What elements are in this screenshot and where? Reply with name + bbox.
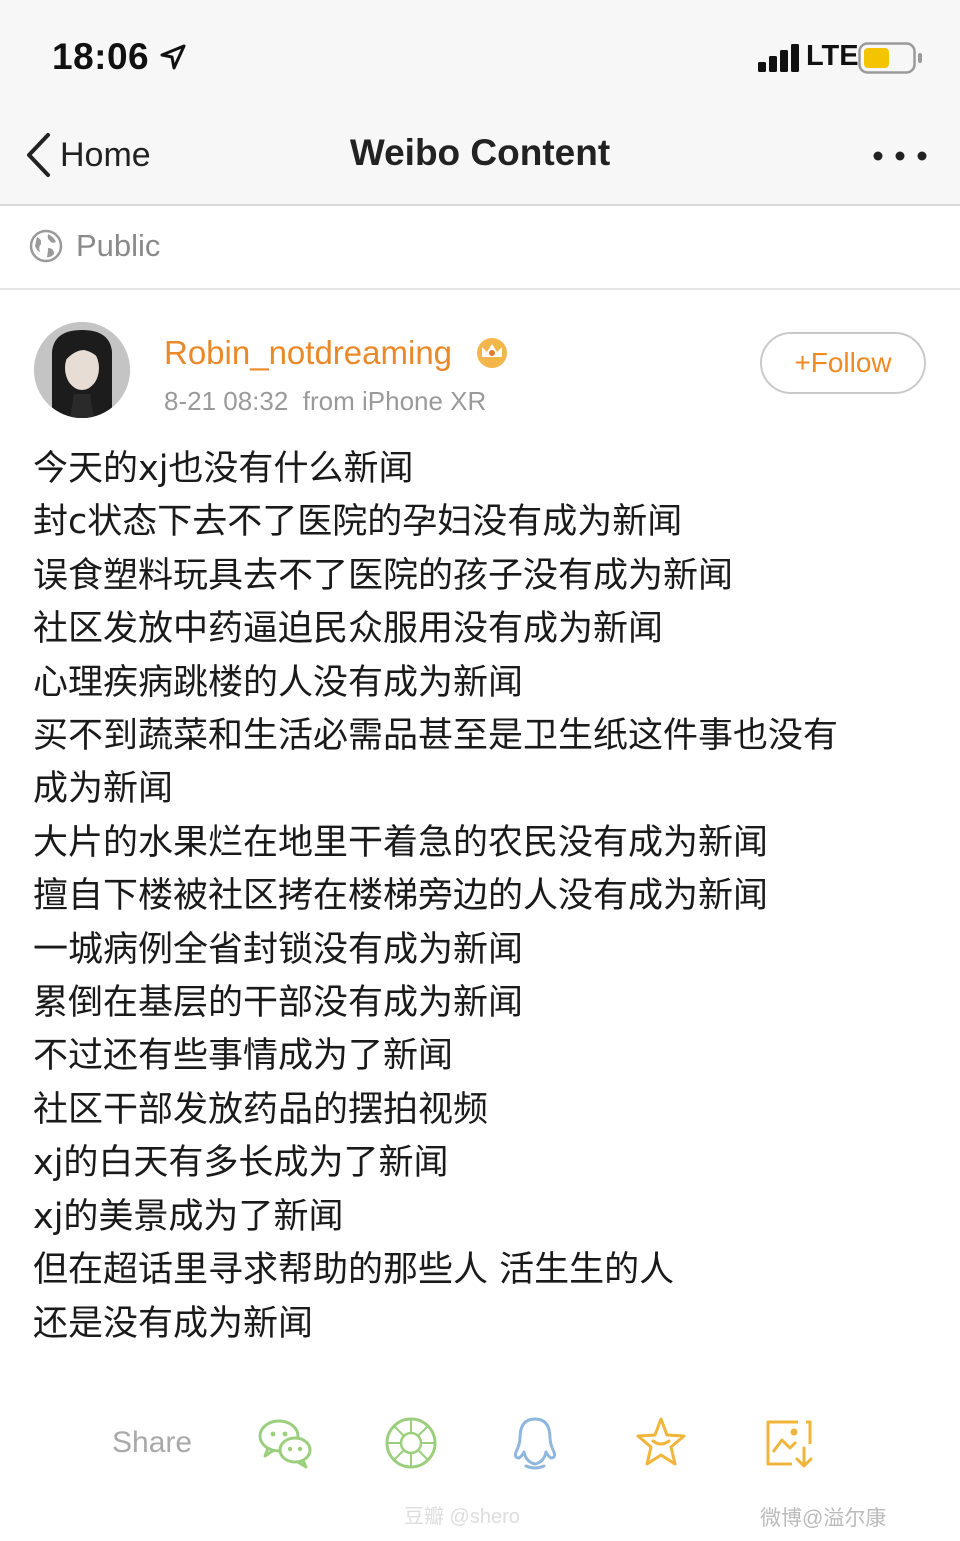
post-line: 误食塑料玩具去不了医院的孩子没有成为新闻 xyxy=(33,555,734,596)
post-meta: 8-21 08:32 from iPhone XR xyxy=(164,386,486,417)
post-line: 但在超话里寻求帮助的那些人 活生生的人 xyxy=(33,1250,675,1291)
crown-badge-icon xyxy=(477,338,507,368)
moments-icon[interactable] xyxy=(382,1414,440,1472)
post-line: 社区干部发放药品的摆拍视频 xyxy=(33,1089,489,1130)
watermark-douban: 豆瓣 @shero xyxy=(404,1506,520,1528)
post-line: 一城病例全省封锁没有成为新闻 xyxy=(33,929,524,970)
post-line: 还是没有成为新闻 xyxy=(33,1303,314,1344)
globe-icon xyxy=(29,229,63,263)
avatar-image xyxy=(34,322,130,418)
wechat-icon[interactable] xyxy=(256,1414,314,1472)
status-time: 18:06 xyxy=(52,36,150,77)
watermark-weibo: 微博@溢尔康 xyxy=(760,1507,887,1530)
post-line: 大片的水果烂在地里干着急的农民没有成为新闻 xyxy=(33,822,769,863)
post-line: 擅自下楼被社区拷在楼梯旁边的人没有成为新闻 xyxy=(33,876,769,917)
location-arrow-icon xyxy=(160,44,186,70)
username[interactable]: Robin_notdreaming xyxy=(164,334,452,372)
avatar[interactable] xyxy=(34,322,130,418)
signal-bars-icon xyxy=(758,44,799,72)
visibility-row: Public xyxy=(0,206,960,290)
page-title: Weibo Content xyxy=(349,132,611,173)
status-bar: 18:06 LTE xyxy=(0,0,960,110)
share-label: Share xyxy=(112,1426,193,1459)
nav-bar: Home Weibo Content xyxy=(0,110,960,206)
post-timestamp: 8-21 08:32 xyxy=(164,386,289,416)
post-body: 今天的xj也没有什么新闻 封c状态下去不了医院的孕妇没有成为新闻 误食塑料玩具去… xyxy=(33,443,933,1351)
visibility-label: Public xyxy=(76,228,161,263)
qq-icon[interactable] xyxy=(506,1414,564,1472)
post-line: 心理疾病跳楼的人没有成为新闻 xyxy=(33,662,524,703)
follow-button[interactable]: +Follow xyxy=(760,332,926,394)
post-line: 累倒在基层的干部没有成为新闻 xyxy=(33,983,524,1024)
battery-icon xyxy=(858,42,922,74)
post-line: 今天的xj也没有什么新闻 xyxy=(33,449,414,489)
more-dots-icon[interactable] xyxy=(868,146,932,166)
favorite-star-icon[interactable] xyxy=(632,1414,690,1472)
save-image-icon[interactable] xyxy=(760,1414,818,1472)
post-line: xj的白天有多长成为了新闻 xyxy=(33,1143,449,1184)
post-line: 不过还有些事情成为了新闻 xyxy=(33,1036,454,1077)
post-line: xj的美景成为了新闻 xyxy=(33,1196,344,1237)
post-line: 封c状态下去不了医院的孕妇没有成为新闻 xyxy=(33,502,683,543)
post-line: 成为新闻 xyxy=(33,769,174,810)
post-line: 买不到蔬菜和生活必需品甚至是卫生纸这件事也没有 xyxy=(33,716,839,757)
share-bar: Share xyxy=(0,1400,960,1490)
post-line: 社区发放中药逼迫民众服用没有成为新闻 xyxy=(33,609,664,650)
post-source: from iPhone XR xyxy=(302,386,487,416)
network-label: LTE xyxy=(806,40,859,72)
